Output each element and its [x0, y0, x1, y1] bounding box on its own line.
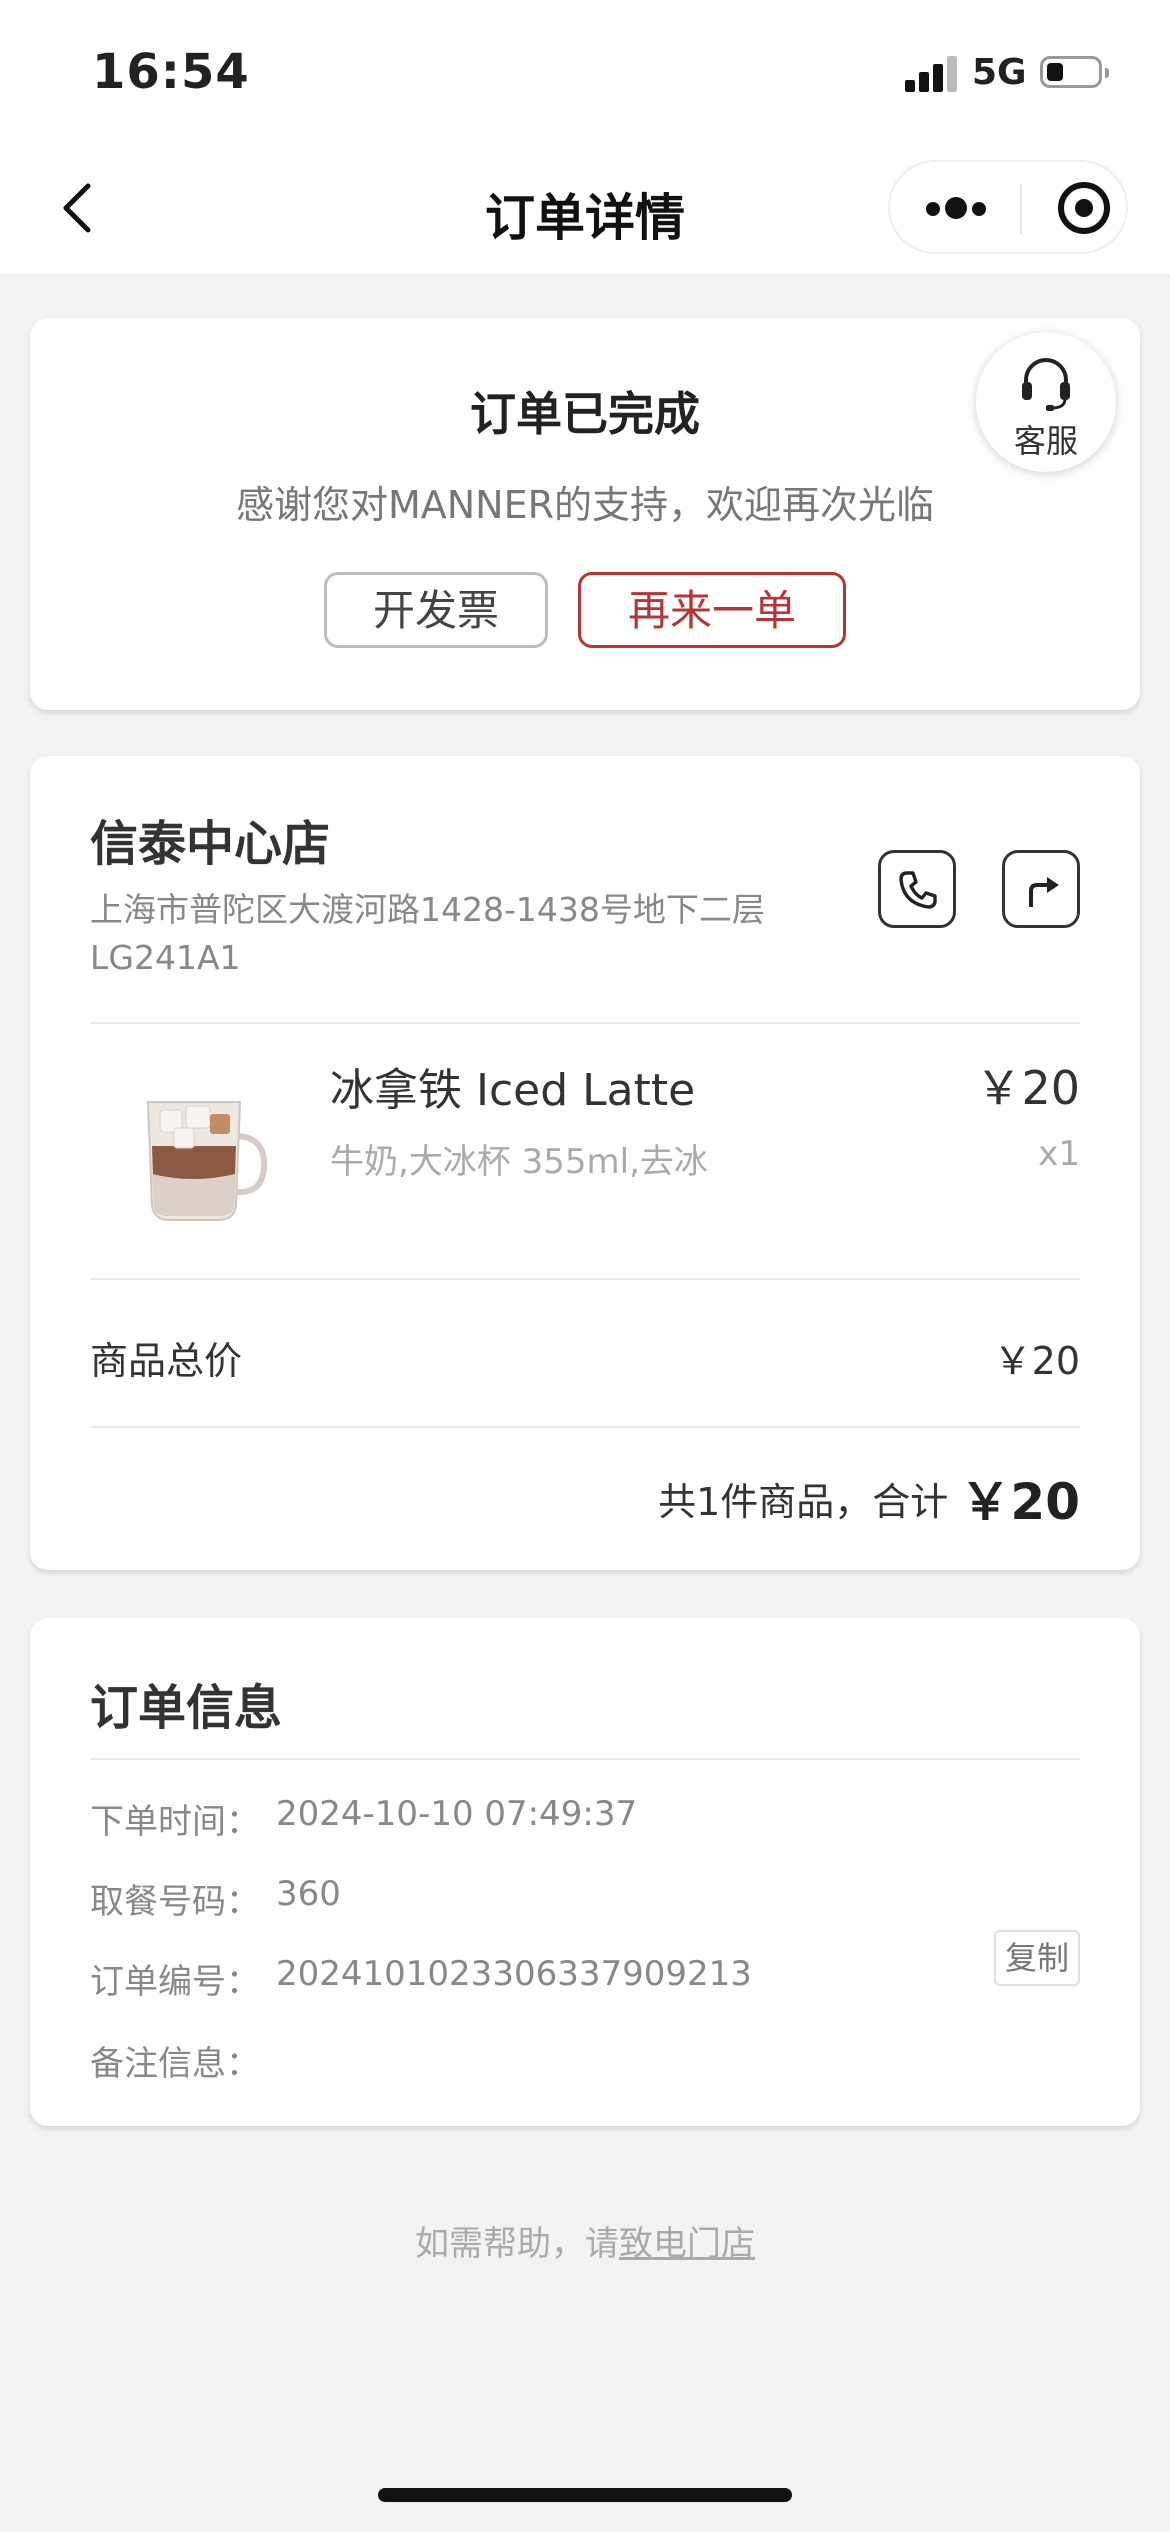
more-icon[interactable]: [926, 194, 986, 224]
order-number-label: 订单编号：: [90, 1962, 260, 2002]
customer-service-label: 客服: [1013, 422, 1078, 460]
order-status-title: 订单已完成: [470, 387, 700, 441]
help-text: 如需帮助，请致电门店: [0, 2216, 1170, 2265]
product-image: [90, 1056, 290, 1236]
navigate-store-button[interactable]: [1002, 850, 1080, 928]
headset-icon: [1022, 358, 1070, 411]
store-address: 上海市普陀区大渡河路1428-1438号地下二层LG241A1: [90, 890, 765, 977]
pickup-number-value: 360: [276, 1874, 341, 1914]
product-quantity: x1: [1038, 1134, 1080, 1174]
divider: [90, 1022, 1080, 1024]
signal-icon: [905, 56, 959, 92]
divider: [90, 1426, 1080, 1428]
order-items-card: 信泰中心店 上海市普陀区大渡河路1428-1438号地下二层LG241A1 冰拿…: [30, 756, 1140, 1570]
status-bar: 16:54 5G: [0, 0, 1170, 150]
subtotal-value: ￥20: [993, 1339, 1080, 1383]
divider: [90, 1758, 1080, 1760]
close-miniprogram-icon[interactable]: [1058, 182, 1110, 234]
order-time-label: 下单时间：: [90, 1802, 260, 1842]
network-type: 5G: [972, 52, 1027, 93]
thanks-message: 感谢您对MANNER的支持，欢迎再次光临: [235, 483, 935, 527]
call-store-button[interactable]: [878, 850, 956, 928]
order-total-summary: 共1件商品，合计 ￥20: [658, 1462, 1080, 1534]
customer-service-button[interactable]: 客服: [976, 332, 1116, 472]
copy-order-number-button[interactable]: 复制: [994, 1930, 1080, 1986]
battery-icon: [1040, 56, 1109, 88]
remarks-label: 备注信息：: [90, 2044, 260, 2084]
product-price: ￥20: [975, 1061, 1080, 1115]
help-prefix: 如需帮助，请: [415, 2224, 619, 2264]
reorder-button[interactable]: 再来一单: [578, 572, 846, 648]
divider: [90, 1278, 1080, 1280]
summary-prefix: 共1件商品，合计: [658, 1480, 949, 1524]
product-spec: 牛奶,大冰杯 355ml,去冰: [330, 1142, 708, 1182]
phone-icon: [899, 871, 937, 909]
order-info-card: 订单信息 下单时间： 2024-10-10 07:49:37 取餐号码： 360…: [30, 1618, 1140, 2126]
subtotal-label: 商品总价: [90, 1339, 243, 1383]
invoice-button[interactable]: 开发票: [324, 572, 548, 648]
product-name: 冰拿铁 Iced Latte: [330, 1065, 696, 1116]
order-number-value: 2024101023306337909213: [276, 1954, 752, 1994]
order-time-value: 2024-10-10 07:49:37: [276, 1794, 638, 1834]
store-name: 信泰中心店: [90, 816, 331, 872]
directions-icon: [1029, 877, 1059, 907]
order-info-title: 订单信息: [90, 1680, 283, 1736]
order-total: ￥20: [960, 1473, 1080, 1531]
status-time: 16:54: [92, 44, 250, 100]
navigation-bar: 订单详情: [0, 150, 1170, 274]
miniprogram-capsule: [888, 160, 1128, 254]
order-status-card: 订单已完成 感谢您对MANNER的支持，欢迎再次光临 开发票 再来一单 客服: [30, 318, 1140, 710]
call-store-link[interactable]: 致电门店: [619, 2224, 755, 2264]
home-indicator[interactable]: [378, 2488, 792, 2502]
pickup-number-label: 取餐号码：: [90, 1882, 260, 1922]
